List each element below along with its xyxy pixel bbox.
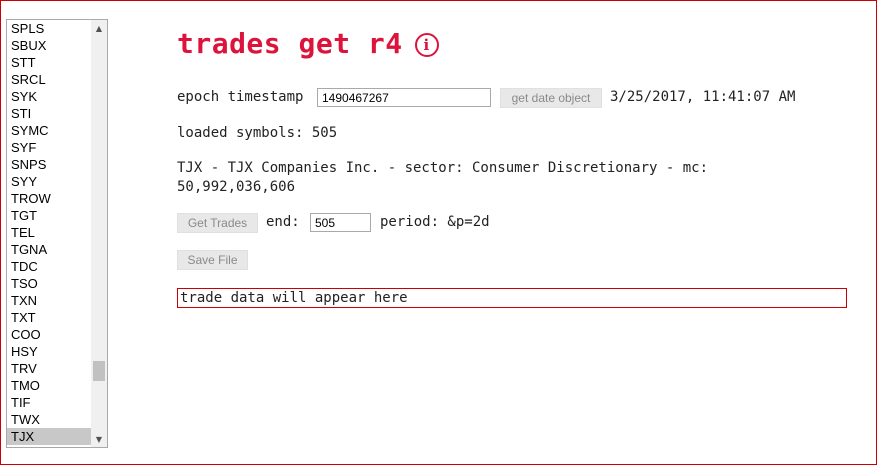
company-info-line1: TJX - TJX Companies Inc. - sector: Consu… [177,160,709,176]
get-trades-button[interactable]: Get Trades [177,213,258,233]
symbol-option[interactable]: TMO [7,377,91,394]
page-title-text: trades get r4 [177,27,403,60]
epoch-timestamp-input[interactable]: 1490467267 [317,88,491,107]
symbol-option[interactable]: TJX [7,428,91,445]
symbol-option[interactable]: TROW [7,190,91,207]
symbol-option[interactable]: SNPS [7,156,91,173]
symbol-option[interactable]: TEL [7,224,91,241]
symbol-listbox[interactable]: SPLS SBUX STT SRCL SYK STI SYMC SYF SNPS SYY TROW T… [6,19,108,448]
symbol-list: SPLS SBUX STT SRCL SYK STI SYMC SYF SNPS SYY TROW T… [7,20,91,445]
symbol-option[interactable]: TRV [7,360,91,377]
symbol-option[interactable]: SYK [7,88,91,105]
trade-data-output: trade data will appear here [177,288,847,308]
symbol-option[interactable]: SYY [7,173,91,190]
info-icon[interactable]: i [414,33,439,57]
scroll-up-icon[interactable]: ▲ [91,20,107,36]
company-info-line2: 50,992,036,606 [177,179,296,195]
symbol-option[interactable]: STT [7,54,91,71]
loaded-symbols-text: loaded symbols: 505 [177,125,338,141]
end-input[interactable]: 505 [310,213,371,232]
scrollbar-thumb[interactable] [93,361,105,381]
listbox-scrollbar[interactable]: ▲ ▼ [91,20,107,447]
symbol-option[interactable]: SRCL [7,71,91,88]
epoch-label: epoch timestamp [177,89,304,105]
date-text: 3/25/2017, 11:41:07 AM [610,89,796,105]
scroll-down-icon[interactable]: ▼ [91,431,107,447]
symbol-option[interactable]: TXT [7,309,91,326]
symbol-option[interactable]: TGNA [7,241,91,258]
symbol-option[interactable]: SYMC [7,122,91,139]
symbol-option[interactable]: TSO [7,275,91,292]
symbol-option[interactable]: COO [7,326,91,343]
symbol-option[interactable]: TDC [7,258,91,275]
symbol-option[interactable]: SPLS [7,20,91,37]
symbol-option[interactable]: TXN [7,292,91,309]
get-date-object-button[interactable]: get date object [500,88,602,108]
symbol-option[interactable]: SYF [7,139,91,156]
save-file-button[interactable]: Save File [177,250,248,270]
symbol-option[interactable]: STI [7,105,91,122]
app-frame: SPLS SBUX STT SRCL SYK STI SYMC SYF SNPS SYY TROW T… [0,0,877,465]
symbol-option[interactable]: SBUX [7,37,91,54]
end-label: end: [266,214,300,230]
period-text: period: &p=2d [380,214,490,230]
symbol-option[interactable]: TWX [7,411,91,428]
symbol-option[interactable]: TIF [7,394,91,411]
page-title: trades get r4 i [177,27,439,60]
symbol-option[interactable]: HSY [7,343,91,360]
symbol-option[interactable]: TGT [7,207,91,224]
